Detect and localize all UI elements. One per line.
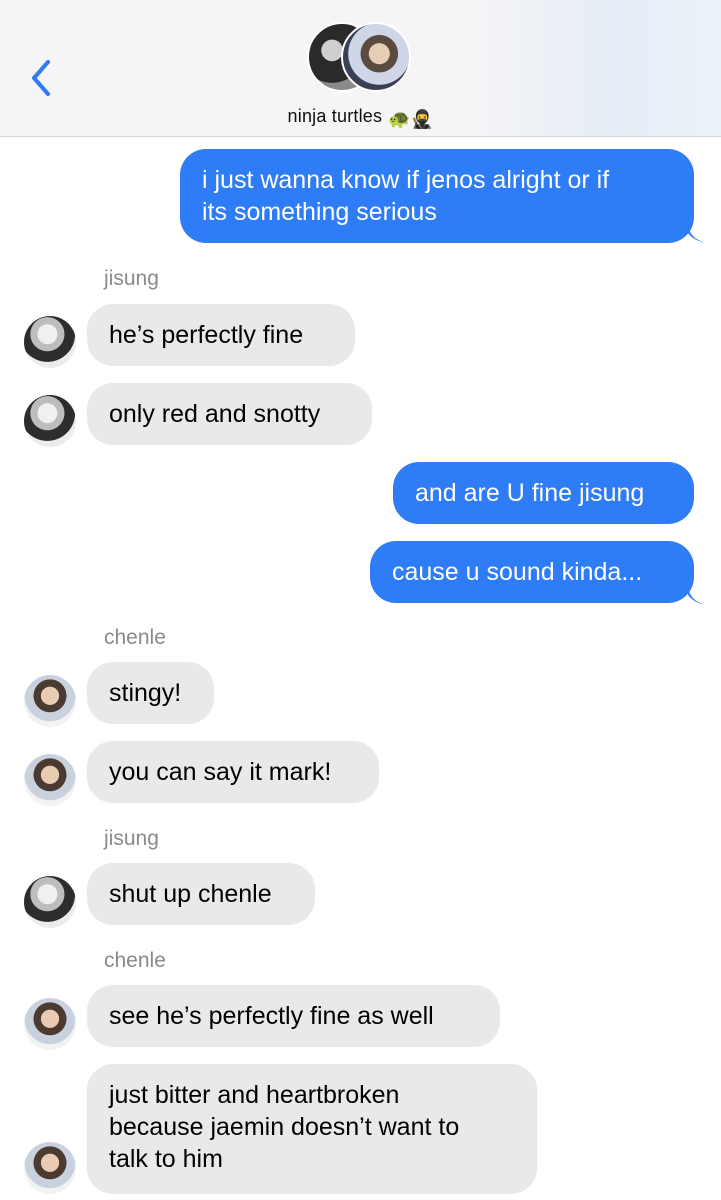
- back-chevron-icon[interactable]: [28, 58, 54, 98]
- incoming-message[interactable]: shut up chenle: [87, 863, 315, 925]
- outgoing-message[interactable]: and are U fine jisung: [393, 462, 694, 524]
- incoming-message[interactable]: just bitter and heartbroken because jaem…: [87, 1064, 537, 1194]
- conversation-header: ninja turtles 🐢🥷: [0, 0, 721, 137]
- avatar[interactable]: [24, 1142, 76, 1194]
- incoming-message[interactable]: see he’s perfectly fine as well: [87, 985, 500, 1047]
- incoming-message[interactable]: you can say it mark!: [87, 741, 379, 803]
- incoming-message[interactable]: only red and snotty: [87, 383, 372, 445]
- sender-label: chenle: [104, 949, 166, 972]
- sender-label: jisung: [104, 267, 159, 290]
- group-member-avatar: [341, 22, 411, 92]
- avatar[interactable]: [24, 675, 76, 727]
- avatar[interactable]: [24, 395, 76, 447]
- group-emoji: 🐢🥷: [388, 109, 434, 129]
- bubble-tail: [688, 225, 706, 243]
- sender-label: jisung: [104, 827, 159, 850]
- group-title[interactable]: ninja turtles 🐢🥷: [0, 106, 721, 130]
- sender-label: chenle: [104, 626, 166, 649]
- incoming-message[interactable]: stingy!: [87, 662, 214, 724]
- group-name-text: ninja turtles: [287, 106, 383, 126]
- outgoing-message[interactable]: cause u sound kinda...: [370, 541, 694, 603]
- bubble-tail: [688, 587, 706, 605]
- avatar[interactable]: [24, 998, 76, 1050]
- avatar[interactable]: [24, 754, 76, 806]
- outgoing-message[interactable]: i just wanna know if jenos alright or if…: [180, 149, 694, 243]
- avatar[interactable]: [24, 876, 76, 928]
- incoming-message[interactable]: he’s perfectly fine: [87, 304, 355, 366]
- message-thread[interactable]: i just wanna know if jenos alright or if…: [0, 137, 721, 1200]
- group-avatar-stack[interactable]: [307, 22, 417, 96]
- avatar[interactable]: [24, 316, 76, 368]
